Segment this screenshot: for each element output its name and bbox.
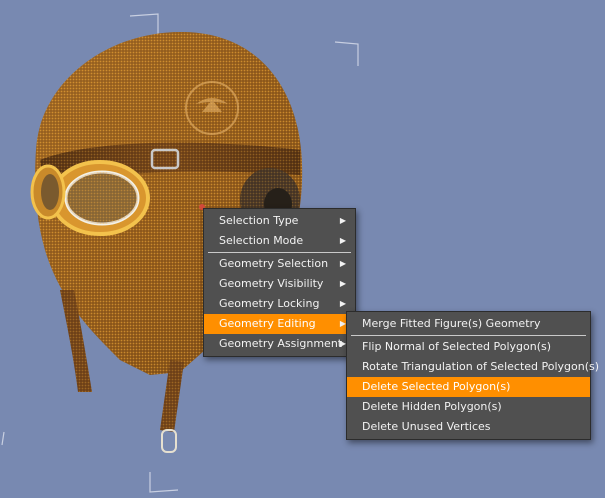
menu-item-geometry-editing[interactable]: Geometry Editing ▶ [204, 314, 355, 334]
submenu-arrow-icon: ▶ [339, 279, 346, 288]
menu-item-label: Selection Type [219, 214, 299, 227]
menu-item-label: Geometry Selection [219, 257, 329, 270]
menu-item-selection-mode[interactable]: Selection Mode ▶ [204, 231, 355, 251]
menu-item-label: Selection Mode [219, 234, 304, 247]
menu-separator [208, 252, 351, 253]
menu-item-flip-normal[interactable]: Flip Normal of Selected Polygon(s) [347, 337, 590, 357]
menu-separator [351, 335, 586, 336]
context-menu: Selection Type ▶ Selection Mode ▶ Geomet… [203, 208, 356, 357]
menu-item-geometry-locking[interactable]: Geometry Locking ▶ [204, 294, 355, 314]
menu-item-label: Geometry Editing [219, 317, 316, 330]
menu-item-label: Geometry Locking [219, 297, 320, 310]
menu-item-label: Merge Fitted Figure(s) Geometry [362, 317, 541, 330]
submenu-arrow-icon: ▶ [339, 259, 346, 268]
menu-item-merge-fitted-geometry[interactable]: Merge Fitted Figure(s) Geometry [347, 314, 590, 334]
menu-item-label: Flip Normal of Selected Polygon(s) [362, 340, 552, 353]
menu-item-geometry-assignment[interactable]: Geometry Assignment ▶ [204, 334, 355, 354]
menu-item-rotate-triangulation[interactable]: Rotate Triangulation of Selected Polygon… [347, 357, 599, 377]
menu-item-delete-hidden-polygons[interactable]: Delete Hidden Polygon(s) [347, 397, 590, 417]
menu-item-geometry-visibility[interactable]: Geometry Visibility ▶ [204, 274, 355, 294]
submenu-arrow-icon: ▶ [339, 216, 346, 225]
menu-item-label: Geometry Visibility [219, 277, 324, 290]
submenu-arrow-icon: ▶ [339, 236, 346, 245]
menu-item-label: Delete Selected Polygon(s) [362, 380, 511, 393]
menu-item-delete-unused-vertices[interactable]: Delete Unused Vertices [347, 417, 590, 437]
menu-item-label: Geometry Assignment [219, 337, 343, 350]
menu-item-label: Rotate Triangulation of Selected Polygon… [362, 360, 600, 373]
geometry-editing-submenu: Merge Fitted Figure(s) Geometry Flip Nor… [346, 311, 599, 440]
menu-item-label: Delete Hidden Polygon(s) [362, 400, 502, 413]
menu-item-geometry-selection[interactable]: Geometry Selection ▶ [204, 254, 355, 274]
menu-item-selection-type[interactable]: Selection Type ▶ [204, 211, 355, 231]
menu-item-delete-selected-polygons[interactable]: Delete Selected Polygon(s) [347, 377, 590, 397]
menu-item-label: Delete Unused Vertices [362, 420, 491, 433]
